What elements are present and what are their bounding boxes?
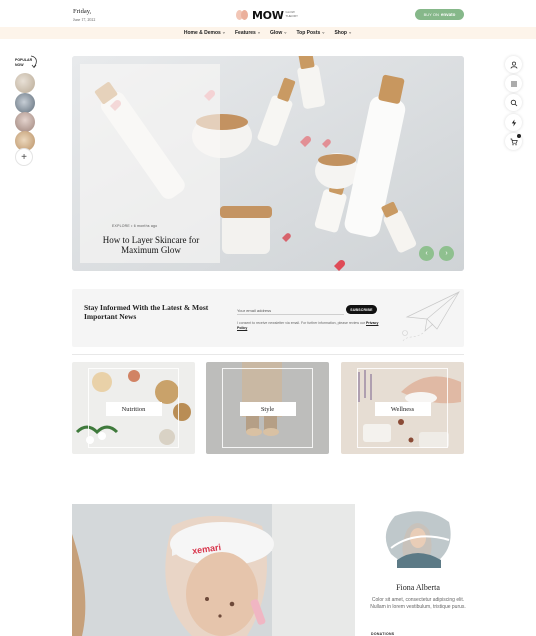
feature-post-image[interactable]: xemari [72, 504, 355, 636]
nav-item-shop[interactable]: Shop ⌄ [334, 29, 353, 37]
category-label: Wellness [374, 402, 431, 416]
menu-button[interactable] [505, 75, 522, 92]
author-name: Fiona Alberta [396, 583, 440, 592]
chevron-down-icon: ⌄ [347, 29, 353, 36]
nav-label: Home & Demos [183, 30, 221, 36]
popular-thumb-2[interactable] [15, 93, 35, 113]
nav-item-home-demos[interactable]: Home & Demos ⌄ [183, 29, 226, 37]
plus-icon: + [21, 151, 27, 163]
flash-button[interactable] [505, 114, 522, 131]
cart-button[interactable] [505, 133, 522, 150]
chevron-down-icon: ⌄ [283, 29, 288, 36]
curved-arrow-icon [30, 55, 37, 69]
search-button[interactable] [505, 94, 522, 111]
bolt-icon [511, 119, 516, 126]
buy-label: BUY ON [423, 12, 439, 17]
nav-label: Shop [334, 30, 347, 36]
slider-next-button[interactable]: › [439, 246, 454, 261]
hero-title[interactable]: How to Layer Skincare for Maximum Glow [86, 235, 216, 256]
site-logo[interactable]: MOW GLOW THEORY [236, 8, 306, 22]
chevron-right-icon: › [445, 250, 448, 257]
buy-on-envato-button[interactable]: BUY ON envato [415, 9, 464, 20]
category-label: Style [239, 402, 296, 416]
logo-mark-icon [236, 10, 250, 20]
nav-label: Glow [270, 30, 283, 36]
nav-item-features[interactable]: Features ⌄ [234, 29, 262, 37]
newsletter-box: Stay Informed With the Latest & Most Imp… [72, 289, 464, 347]
category-card-style[interactable]: Style [206, 362, 329, 454]
category-label: Nutrition [105, 402, 162, 416]
hero-meta: EXPLORE • 6 months ago [112, 224, 158, 228]
newsletter-consent: I consent to receive newsletter via emai… [237, 321, 379, 330]
header-date: Friday, June 17, 2022 [73, 8, 96, 22]
envato-brand: envato [440, 12, 456, 17]
menu-icon [510, 81, 517, 86]
main-nav: Home & Demos ⌄ Features ⌄ Glow ⌄ Top Posts ⌄… [0, 27, 536, 39]
chevron-left-icon: ‹ [425, 250, 428, 257]
nav-item-glow[interactable]: Glow ⌄ [270, 29, 288, 37]
nav-label: Features [234, 30, 256, 36]
account-button[interactable] [505, 56, 522, 73]
category-card-nutrition[interactable]: Nutrition [72, 362, 195, 454]
header-date-value: June 17, 2022 [73, 16, 96, 22]
chevron-down-icon: ⌄ [256, 29, 262, 36]
chevron-down-icon: ⌄ [221, 29, 226, 36]
newsletter-title: Stay Informed With the Latest & Most Imp… [84, 303, 209, 322]
cart-icon [510, 138, 518, 145]
cart-count-badge [517, 134, 521, 138]
paper-plane-icon [402, 291, 460, 342]
consent-text: I consent to receive newsletter via emai… [237, 321, 366, 325]
feature-photo: xemari [72, 504, 355, 636]
email-placeholder: Your email address [237, 308, 272, 313]
popular-thumb-3[interactable] [15, 112, 35, 132]
header-day: Friday, [73, 8, 92, 15]
popular-more-button[interactable]: + [15, 148, 33, 166]
category-card-wellness[interactable]: Wellness [341, 362, 464, 454]
user-icon [510, 61, 517, 69]
section-divider [72, 354, 464, 355]
nav-label: Top Posts [296, 30, 321, 36]
donations-label: DONATIONS [371, 632, 395, 636]
logo-tagline: GLOW THEORY [285, 10, 298, 18]
search-icon [510, 99, 517, 106]
chevron-down-icon: ⌄ [321, 29, 326, 36]
subscribe-button[interactable]: SUBSCRIBE [346, 305, 377, 314]
nav-item-top-posts[interactable]: Top Posts ⌄ [296, 29, 326, 37]
logo-text: MOW [252, 8, 284, 22]
author-avatar[interactable] [383, 508, 451, 568]
slider-prev-button[interactable]: ‹ [419, 246, 434, 261]
email-field[interactable]: Your email address [237, 307, 344, 315]
popular-thumb-1[interactable] [15, 73, 35, 93]
author-bio: Color sit amet, consectetur adipiscing e… [370, 597, 466, 611]
hero-caption-card [80, 64, 220, 263]
